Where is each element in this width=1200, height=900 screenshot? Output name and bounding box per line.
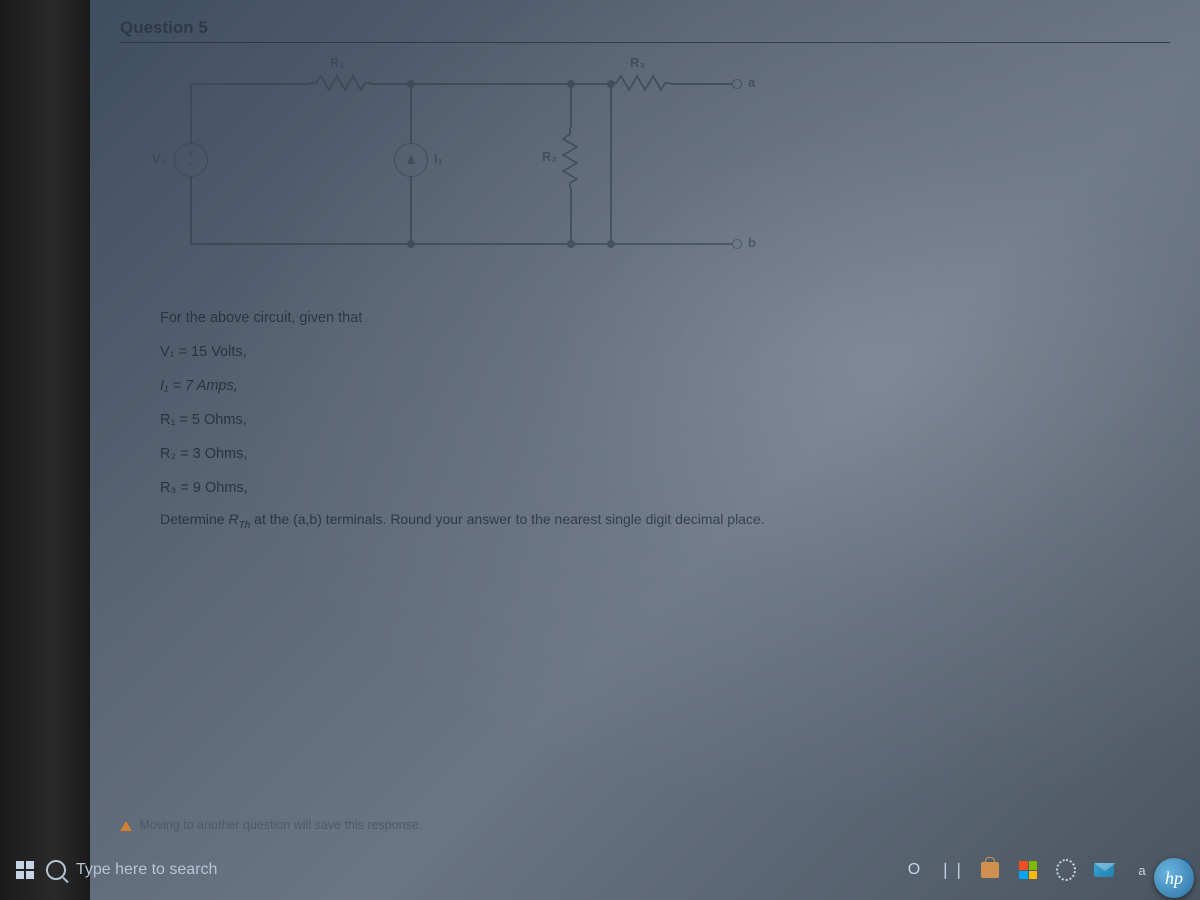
resistor-r2 <box>561 128 579 188</box>
cortana-icon[interactable]: O <box>904 860 924 880</box>
r2-label: R₂ <box>542 149 557 164</box>
terminal-a <box>732 79 742 89</box>
search-placeholder: Type here to search <box>76 861 217 879</box>
r3-label: R₃ <box>630 55 645 70</box>
current-source-i1 <box>394 143 428 177</box>
resistor-r1 <box>310 74 370 92</box>
taskview-icon[interactable]: ❘❘ <box>942 860 962 880</box>
given-intro: For the above circuit, given that <box>160 301 1170 335</box>
ms-store-icon[interactable] <box>1018 860 1038 880</box>
start-button[interactable] <box>16 861 34 879</box>
terminal-b-label: b <box>748 235 756 250</box>
r1-label: R₁ <box>330 55 345 70</box>
windows-taskbar: Type here to search O ❘❘ a ❯ <box>0 850 1200 890</box>
given-r3: R₃ = 9 Ohms, <box>160 471 1170 505</box>
question-page: Question 5 a b +− V₁ I₁ <box>90 0 1200 840</box>
hp-logo: hp <box>1154 858 1194 898</box>
terminal-a-label: a <box>748 75 755 90</box>
mail-icon[interactable] <box>1094 860 1114 880</box>
resistor-r3 <box>610 74 670 92</box>
given-v1: V₁ = 15 Volts, <box>160 335 1170 369</box>
v1-label: V₁ <box>152 151 166 166</box>
given-values: For the above circuit, given that V₁ = 1… <box>160 301 1170 505</box>
laptop-bezel <box>0 0 90 900</box>
instruction: Determine RTh at the (a,b) terminals. Ro… <box>160 511 1170 531</box>
settings-icon[interactable] <box>1056 860 1076 880</box>
save-warning: Moving to another question will save thi… <box>120 818 422 832</box>
circuit-diagram: a b +− V₁ I₁ R₂ R₁ R₃ <box>150 53 790 283</box>
warning-icon <box>120 821 132 831</box>
tray-item-a[interactable]: a <box>1132 860 1152 880</box>
store-icon[interactable] <box>980 860 1000 880</box>
taskbar-search[interactable]: Type here to search <box>46 860 217 880</box>
search-icon <box>46 860 66 880</box>
question-heading: Question 5 <box>120 18 1170 43</box>
terminal-b <box>732 239 742 249</box>
taskbar-tray: O ❘❘ a ❯ <box>904 860 1190 880</box>
given-r2: R₂ = 3 Ohms, <box>160 437 1170 471</box>
given-r1: R₁ = 5 Ohms, <box>160 403 1170 437</box>
i1-label: I₁ <box>434 151 443 166</box>
given-i1: I₁ = 7 Amps, <box>160 369 1170 403</box>
voltage-source-v1: +− <box>174 143 208 177</box>
